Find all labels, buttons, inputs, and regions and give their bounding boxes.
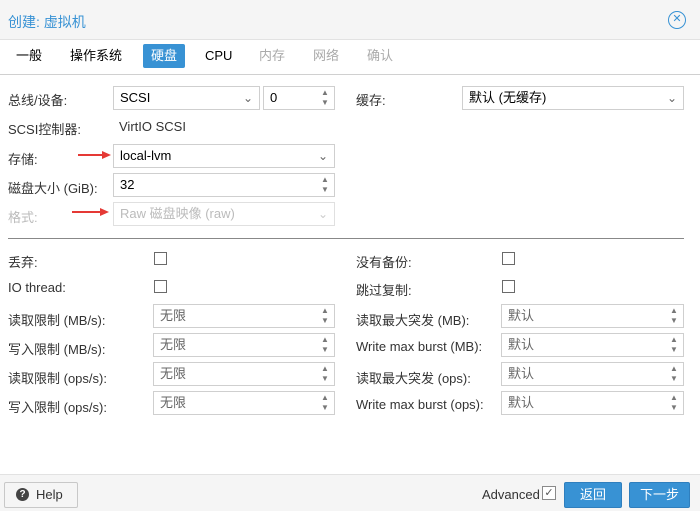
- tab-os[interactable]: 操作系统: [62, 44, 130, 68]
- write-mbs-label: 写入限制 (MB/s):: [8, 342, 106, 357]
- spinner-icon[interactable]: ▲ ▼: [665, 363, 683, 385]
- read-mbs-label: 读取限制 (MB/s):: [8, 313, 106, 328]
- tab-disk[interactable]: 硬盘: [143, 44, 186, 68]
- iothread-checkbox[interactable]: [154, 280, 167, 293]
- cache-label: 缓存:: [356, 93, 386, 108]
- help-button-label: Help: [36, 487, 63, 502]
- write-burst-ops-stepper[interactable]: 默认 ▲ ▼: [501, 391, 684, 415]
- skip-replication-label: 跳过复制:: [356, 283, 412, 298]
- iothread-label: IO thread:: [8, 280, 66, 295]
- section-divider: [8, 238, 684, 239]
- read-burst-mb-value: 默认: [508, 308, 535, 323]
- read-mbs-value: 无限: [160, 308, 187, 323]
- bus-value: SCSI: [120, 90, 151, 105]
- discard-label: 丢弃:: [8, 255, 38, 270]
- write-ops-label: 写入限制 (ops/s):: [8, 400, 107, 415]
- tab-network: 网络: [313, 48, 340, 63]
- read-burst-ops-stepper[interactable]: 默认 ▲ ▼: [501, 362, 684, 386]
- spinner-icon[interactable]: ▲ ▼: [665, 334, 683, 356]
- check-icon: ✓: [544, 487, 554, 499]
- storage-value: local-lvm: [120, 148, 172, 163]
- chevron-down-icon: ⌄: [317, 207, 329, 221]
- help-button[interactable]: ? Help: [4, 482, 78, 508]
- cache-select[interactable]: 默认 (无缓存) ⌄: [462, 86, 684, 110]
- device-stepper[interactable]: 0 ▲ ▼: [263, 86, 335, 110]
- storage-label: 存储:: [8, 152, 38, 167]
- chevron-down-icon[interactable]: ⌄: [237, 87, 259, 109]
- help-icon: ?: [16, 488, 29, 501]
- advanced-label: Advanced: [482, 487, 540, 502]
- read-burst-mb-stepper[interactable]: 默认 ▲ ▼: [501, 304, 684, 328]
- bus-label: 总线/设备:: [8, 93, 68, 108]
- size-value: 32: [120, 177, 135, 192]
- size-stepper[interactable]: 32 ▲ ▼: [113, 173, 335, 197]
- read-mbs-stepper[interactable]: 无限 ▲ ▼: [153, 304, 335, 328]
- write-burst-mb-value: 默认: [508, 337, 535, 352]
- format-select: Raw 磁盘映像 (raw) ⌄: [113, 202, 335, 226]
- read-burst-mb-label: 读取最大突发 (MB):: [356, 313, 470, 328]
- read-ops-stepper[interactable]: 无限 ▲ ▼: [153, 362, 335, 386]
- device-value: 0: [270, 90, 278, 105]
- controller-value: VirtIO SCSI: [119, 119, 186, 134]
- tab-cpu[interactable]: CPU: [197, 44, 240, 68]
- spinner-icon[interactable]: ▲ ▼: [316, 392, 334, 414]
- storage-select[interactable]: local-lvm ⌄: [113, 144, 335, 168]
- spinner-icon[interactable]: ▲ ▼: [316, 174, 334, 196]
- read-ops-value: 无限: [160, 366, 187, 381]
- size-label: 磁盘大小 (GiB):: [8, 181, 98, 196]
- write-burst-ops-label: Write max burst (ops):: [356, 397, 484, 412]
- write-ops-value: 无限: [160, 395, 187, 410]
- back-button[interactable]: 返回: [564, 482, 622, 508]
- format-label: 格式:: [8, 210, 38, 225]
- write-ops-stepper[interactable]: 无限 ▲ ▼: [153, 391, 335, 415]
- discard-checkbox[interactable]: [154, 252, 167, 265]
- chevron-down-icon[interactable]: ⌄: [312, 145, 334, 167]
- chevron-down-icon[interactable]: ⌄: [661, 87, 683, 109]
- cache-value: 默认 (无缓存): [469, 90, 547, 105]
- read-ops-label: 读取限制 (ops/s):: [8, 371, 107, 386]
- read-burst-ops-label: 读取最大突发 (ops):: [356, 371, 471, 386]
- nobackup-label: 没有备份:: [356, 255, 412, 270]
- window-titlebar: 创建: 虚拟机 ✕: [0, 0, 700, 40]
- disk-panel: 总线/设备: SCSI ⌄ 0 ▲ ▼ 缓存: 默认 (无缓存) ⌄ SCSI控制…: [0, 74, 700, 474]
- write-burst-mb-label: Write max burst (MB):: [356, 339, 483, 354]
- arrow-icon: [78, 151, 111, 159]
- read-burst-ops-value: 默认: [508, 366, 535, 381]
- spinner-icon[interactable]: ▲ ▼: [665, 392, 683, 414]
- controller-label: SCSI控制器:: [8, 122, 81, 137]
- write-mbs-value: 无限: [160, 337, 187, 352]
- tab-memory: 内存: [259, 48, 286, 63]
- next-button[interactable]: 下一步: [629, 482, 690, 508]
- window-title: 创建: 虚拟机: [8, 14, 86, 30]
- advanced-checkbox[interactable]: ✓: [542, 486, 556, 500]
- bus-select[interactable]: SCSI ⌄: [113, 86, 260, 110]
- close-icon[interactable]: ✕: [668, 11, 686, 29]
- write-mbs-stepper[interactable]: 无限 ▲ ▼: [153, 333, 335, 357]
- tab-confirm: 确认: [367, 48, 394, 63]
- tab-general[interactable]: 一般: [8, 44, 50, 68]
- spinner-icon[interactable]: ▲ ▼: [665, 305, 683, 327]
- skip-replication-checkbox[interactable]: [502, 280, 515, 293]
- arrow-icon: [72, 208, 109, 216]
- nobackup-checkbox[interactable]: [502, 252, 515, 265]
- spinner-icon[interactable]: ▲ ▼: [316, 305, 334, 327]
- write-burst-ops-value: 默认: [508, 395, 535, 410]
- format-value: Raw 磁盘映像 (raw): [120, 206, 235, 221]
- spinner-icon[interactable]: ▲ ▼: [316, 363, 334, 385]
- dialog-footer: ? Help Advanced ✓ 返回 下一步: [0, 474, 700, 511]
- spinner-icon[interactable]: ▲ ▼: [316, 87, 334, 109]
- write-burst-mb-stepper[interactable]: 默认 ▲ ▼: [501, 333, 684, 357]
- spinner-icon[interactable]: ▲ ▼: [316, 334, 334, 356]
